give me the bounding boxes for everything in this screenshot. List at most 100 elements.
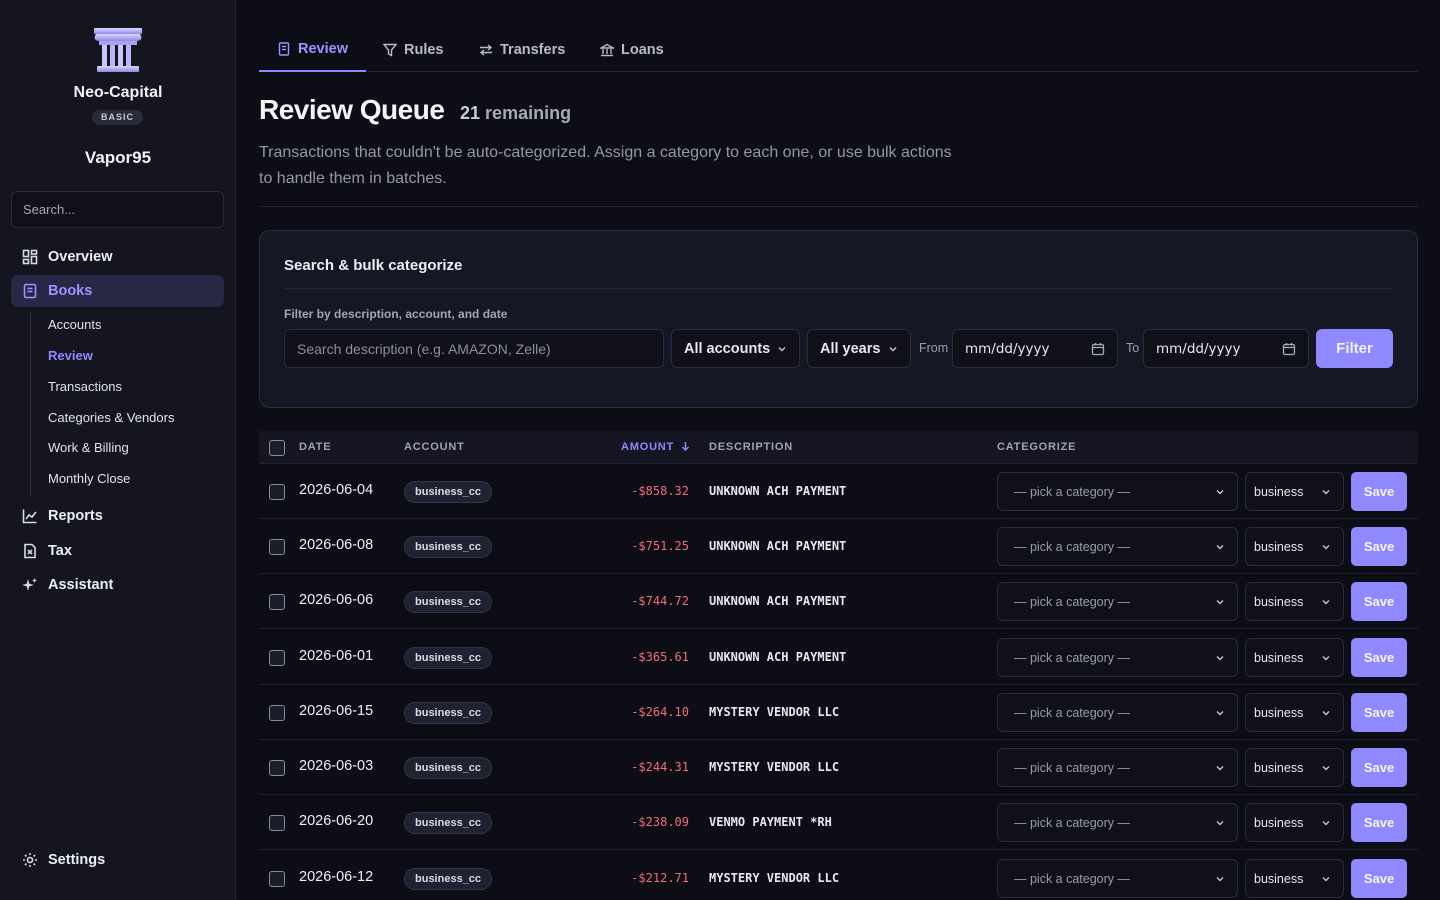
row-amount: -$212.71	[631, 871, 689, 885]
row-amount: -$244.31	[631, 760, 689, 774]
org-name: Neo-Capital	[73, 84, 163, 101]
category-select[interactable]: — pick a category —	[997, 748, 1238, 787]
column-account[interactable]: ACCOUNT	[404, 441, 465, 453]
category-select[interactable]: — pick a category —	[997, 527, 1238, 566]
save-button[interactable]: Save	[1351, 472, 1407, 511]
chevron-down-icon	[1216, 544, 1224, 549]
chevron-down-icon	[1216, 820, 1224, 825]
from-label: From	[919, 341, 949, 355]
tab-label: Loans	[621, 42, 664, 58]
row-amount: -$238.09	[631, 815, 689, 829]
save-button[interactable]: Save	[1351, 803, 1407, 842]
from-date-input[interactable]: mm/dd/yyyy	[952, 329, 1118, 368]
subnav-item-work-billing[interactable]: Work & Billing	[48, 440, 129, 455]
row-checkbox[interactable]	[269, 815, 285, 831]
subnav-item-review[interactable]: Review	[48, 348, 93, 363]
save-button[interactable]: Save	[1351, 693, 1407, 732]
type-select-value: business	[1254, 760, 1304, 775]
account-select-value: All accounts	[684, 340, 771, 357]
chevron-down-icon	[1322, 820, 1330, 825]
save-button[interactable]: Save	[1351, 527, 1407, 566]
row-amount: -$744.72	[631, 594, 689, 608]
category-select-value: — pick a category —	[1014, 871, 1131, 886]
type-select[interactable]: business	[1245, 748, 1344, 787]
account-select[interactable]: All accounts	[671, 329, 800, 368]
remaining-count: 21 remaining	[460, 103, 571, 124]
filter-button[interactable]: Filter	[1316, 329, 1393, 368]
sidebar-item-overview[interactable]: Overview	[11, 241, 224, 273]
save-button[interactable]: Save	[1351, 859, 1407, 898]
tab-rules[interactable]: Rules	[383, 28, 444, 72]
row-date: 2026-06-12	[299, 869, 374, 885]
row-description: UNKNOWN ACH PAYMENT	[709, 594, 847, 608]
tab-label: Transfers	[500, 42, 566, 58]
category-select[interactable]: — pick a category —	[997, 582, 1238, 621]
row-checkbox[interactable]	[269, 705, 285, 721]
row-checkbox[interactable]	[269, 539, 285, 555]
year-select[interactable]: All years	[807, 329, 911, 368]
date-placeholder: mm/dd/yyyy	[965, 340, 1050, 357]
chevron-down-icon	[1216, 765, 1224, 770]
save-button[interactable]: Save	[1351, 582, 1407, 621]
type-select[interactable]: business	[1245, 693, 1344, 732]
subnav-item-categories-vendors[interactable]: Categories & Vendors	[48, 410, 174, 425]
save-button[interactable]: Save	[1351, 748, 1407, 787]
row-description: UNKNOWN ACH PAYMENT	[709, 484, 847, 498]
category-select[interactable]: — pick a category —	[997, 859, 1238, 898]
tab-transfers[interactable]: Transfers	[479, 28, 565, 72]
book-icon	[11, 283, 48, 299]
type-select[interactable]: business	[1245, 472, 1344, 511]
gear-icon	[11, 852, 48, 868]
column-amount[interactable]: AMOUNT	[621, 441, 690, 453]
column-description[interactable]: DESCRIPTION	[709, 441, 793, 453]
row-checkbox[interactable]	[269, 650, 285, 666]
plan-badge: BASIC	[92, 110, 143, 125]
sidebar-item-books[interactable]: Books	[11, 275, 224, 307]
bank-icon	[600, 43, 614, 57]
category-select-value: — pick a category —	[1014, 815, 1131, 830]
table-header: DATE ACCOUNT AMOUNT DESCRIPTION CATEGORI…	[259, 431, 1418, 464]
account-badge: business_cc	[404, 481, 493, 503]
description-search-input[interactable]: Search description (e.g. AMAZON, Zelle)	[284, 329, 664, 368]
type-select-value: business	[1254, 484, 1304, 499]
sidebar-item-reports[interactable]: Reports	[11, 500, 224, 532]
chevron-down-icon	[889, 346, 897, 351]
column-date[interactable]: DATE	[299, 441, 331, 453]
type-select[interactable]: business	[1245, 859, 1344, 898]
table-row: 2026-06-12 business_cc -$212.71 MYSTERY …	[259, 851, 1418, 900]
save-button[interactable]: Save	[1351, 638, 1407, 677]
books-subnav: Accounts Review Transactions Categories …	[30, 311, 220, 497]
row-checkbox[interactable]	[269, 760, 285, 776]
type-select[interactable]: business	[1245, 527, 1344, 566]
tab-review[interactable]: Review	[259, 28, 366, 72]
category-select[interactable]: — pick a category —	[997, 693, 1238, 732]
row-checkbox[interactable]	[269, 871, 285, 887]
chevron-down-icon	[1216, 655, 1224, 660]
sidebar-item-settings[interactable]: Settings	[11, 844, 224, 876]
subnav-item-transactions[interactable]: Transactions	[48, 379, 122, 394]
select-all-checkbox[interactable]	[269, 440, 285, 456]
tab-loans[interactable]: Loans	[600, 28, 664, 72]
calendar-icon[interactable]	[1282, 342, 1296, 356]
row-amount: -$365.61	[631, 650, 689, 664]
category-select[interactable]: — pick a category —	[997, 803, 1238, 842]
row-date: 2026-06-08	[299, 537, 374, 553]
filter-icon	[383, 43, 397, 57]
category-select[interactable]: — pick a category —	[997, 472, 1238, 511]
row-checkbox[interactable]	[269, 594, 285, 610]
sidebar-search-input[interactable]	[11, 191, 224, 228]
calendar-icon[interactable]	[1091, 342, 1105, 356]
sidebar-item-tax[interactable]: Tax	[11, 535, 224, 567]
sidebar-item-assistant[interactable]: Assistant	[11, 569, 224, 601]
to-date-input[interactable]: mm/dd/yyyy	[1143, 329, 1309, 368]
type-select[interactable]: business	[1245, 638, 1344, 677]
sidebar-item-label: Books	[48, 283, 93, 299]
category-select[interactable]: — pick a category —	[997, 638, 1238, 677]
subnav-item-monthly-close[interactable]: Monthly Close	[48, 471, 130, 486]
row-checkbox[interactable]	[269, 484, 285, 500]
user-name[interactable]: Vapor95	[0, 148, 236, 168]
type-select[interactable]: business	[1245, 582, 1344, 621]
chevron-down-icon	[1322, 655, 1330, 660]
type-select[interactable]: business	[1245, 803, 1344, 842]
subnav-item-accounts[interactable]: Accounts	[48, 317, 101, 332]
